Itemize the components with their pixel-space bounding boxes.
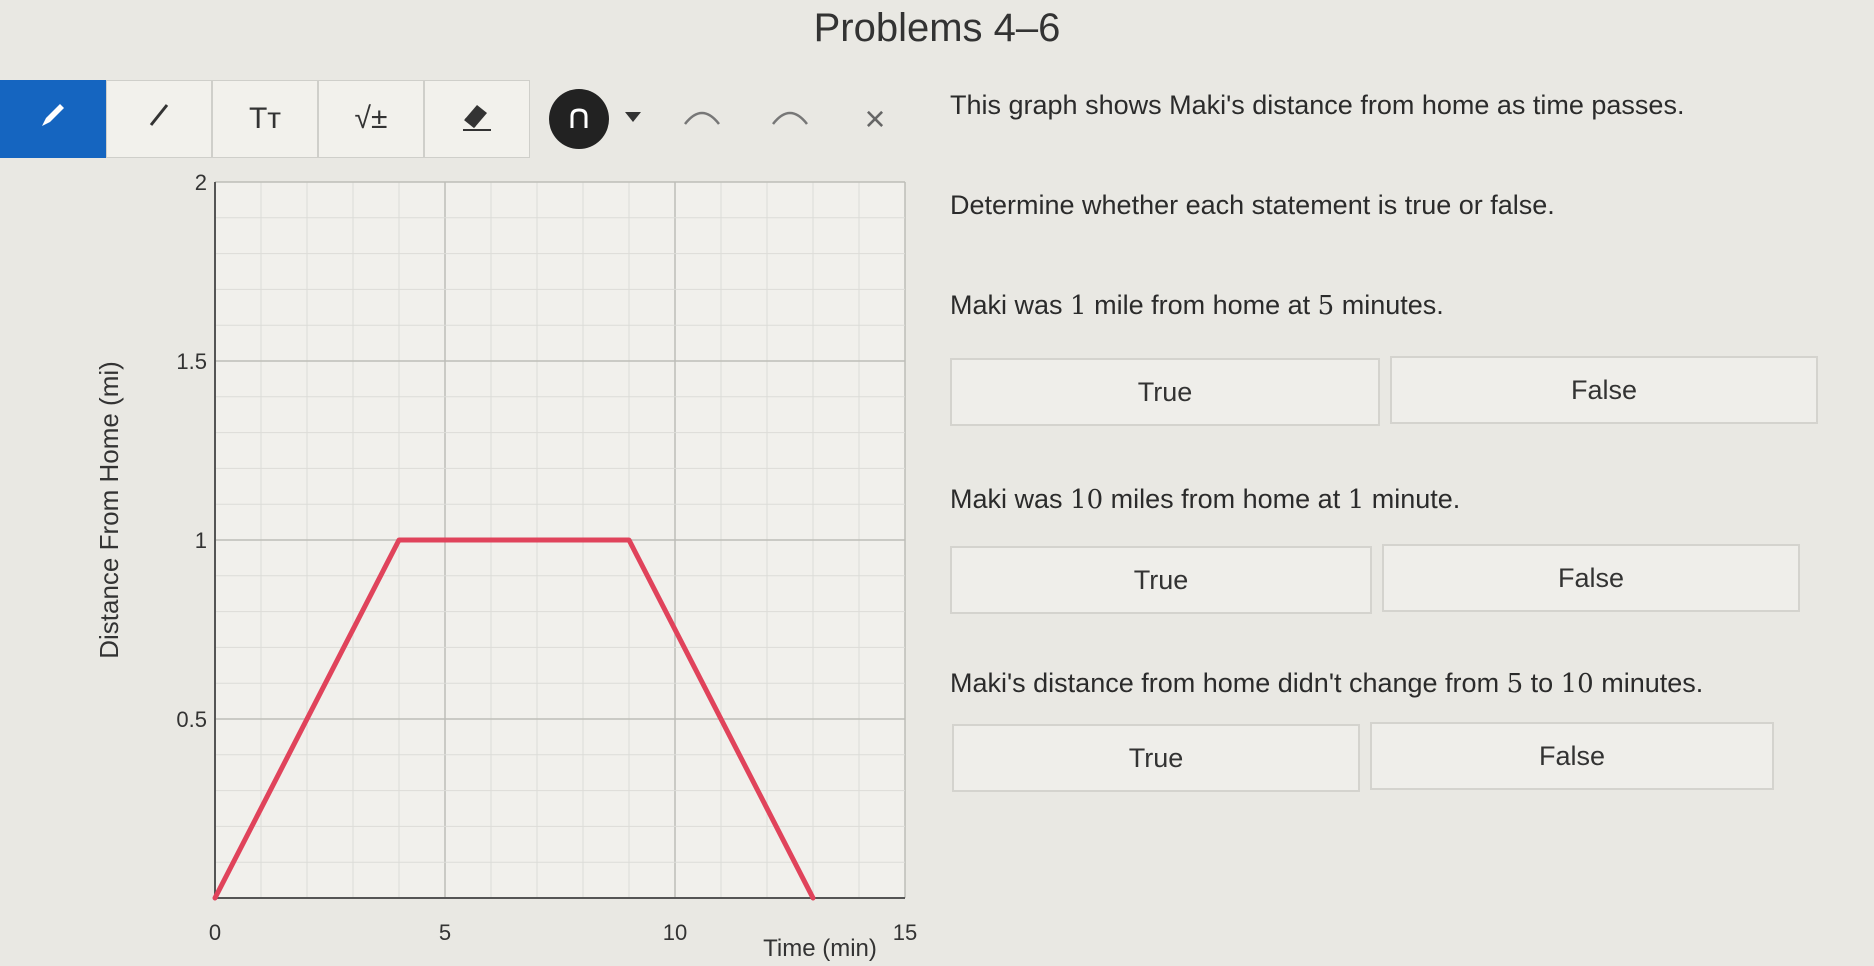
statement-2: Maki was 10 miles from home at 1 minute.	[950, 484, 1461, 515]
y-tick-label: 2	[195, 170, 207, 195]
statement-2-false-button[interactable]: False	[1382, 544, 1800, 612]
eraser-tool-button[interactable]	[424, 80, 530, 158]
page-title: Problems 4–6	[813, 6, 1061, 50]
x-tick-label: 15	[893, 920, 917, 945]
text-size-tool-button[interactable]: Tт	[212, 80, 318, 158]
close-icon: ×	[864, 98, 886, 139]
y-tick-label: 1	[195, 528, 207, 553]
curve-pen-tool-button[interactable]	[544, 88, 614, 150]
statement-3-true-button[interactable]: True	[952, 724, 1360, 792]
statement-1-false-button[interactable]: False	[1390, 356, 1818, 424]
redo-button[interactable]	[760, 88, 820, 150]
statement-1: Maki was 1 mile from home at 5 minutes.	[950, 290, 1444, 321]
undo-button[interactable]	[672, 88, 732, 150]
close-button[interactable]: ×	[850, 88, 900, 150]
text-size-icon: Tт	[248, 102, 282, 135]
math-symbol-tool-button[interactable]: √±	[318, 80, 424, 158]
undo-icon	[679, 104, 725, 135]
x-tick-label: 10	[663, 920, 687, 945]
eraser-icon	[457, 97, 497, 141]
statement-2-true-button[interactable]: True	[950, 546, 1372, 614]
statement-3: Maki's distance from home didn't change …	[950, 668, 1704, 699]
pencil-tool-button[interactable]	[0, 80, 106, 158]
y-axis-label: Distance From Home (mi)	[94, 361, 124, 659]
drawing-toolbar: Tт √± ×	[0, 80, 920, 160]
y-tick-label: 0.5	[176, 707, 207, 732]
x-tick-label: 5	[439, 920, 451, 945]
math-symbol-icon: √±	[354, 102, 388, 135]
x-tick-label: 0	[209, 920, 221, 945]
redo-icon	[767, 104, 813, 135]
dropdown-icon	[623, 110, 643, 129]
line-icon	[142, 98, 176, 140]
line-tool-button[interactable]	[106, 80, 212, 158]
instruction-text: Determine whether each statement is true…	[950, 190, 1555, 220]
x-axis-label: Time (min)	[763, 935, 877, 962]
intro-text: This graph shows Maki's distance from ho…	[950, 90, 1685, 120]
curve-pen-icon	[549, 89, 609, 149]
pencil-icon	[36, 98, 70, 140]
tool-dropdown-button[interactable]	[618, 88, 648, 150]
statement-1-true-button[interactable]: True	[950, 358, 1380, 426]
statement-3-false-button[interactable]: False	[1370, 722, 1774, 790]
distance-time-graph[interactable]: 0 5 10 15 0.5 1 1.5 2 Time (min) Distance From Ho…	[0, 170, 940, 966]
y-tick-label: 1.5	[176, 349, 207, 374]
